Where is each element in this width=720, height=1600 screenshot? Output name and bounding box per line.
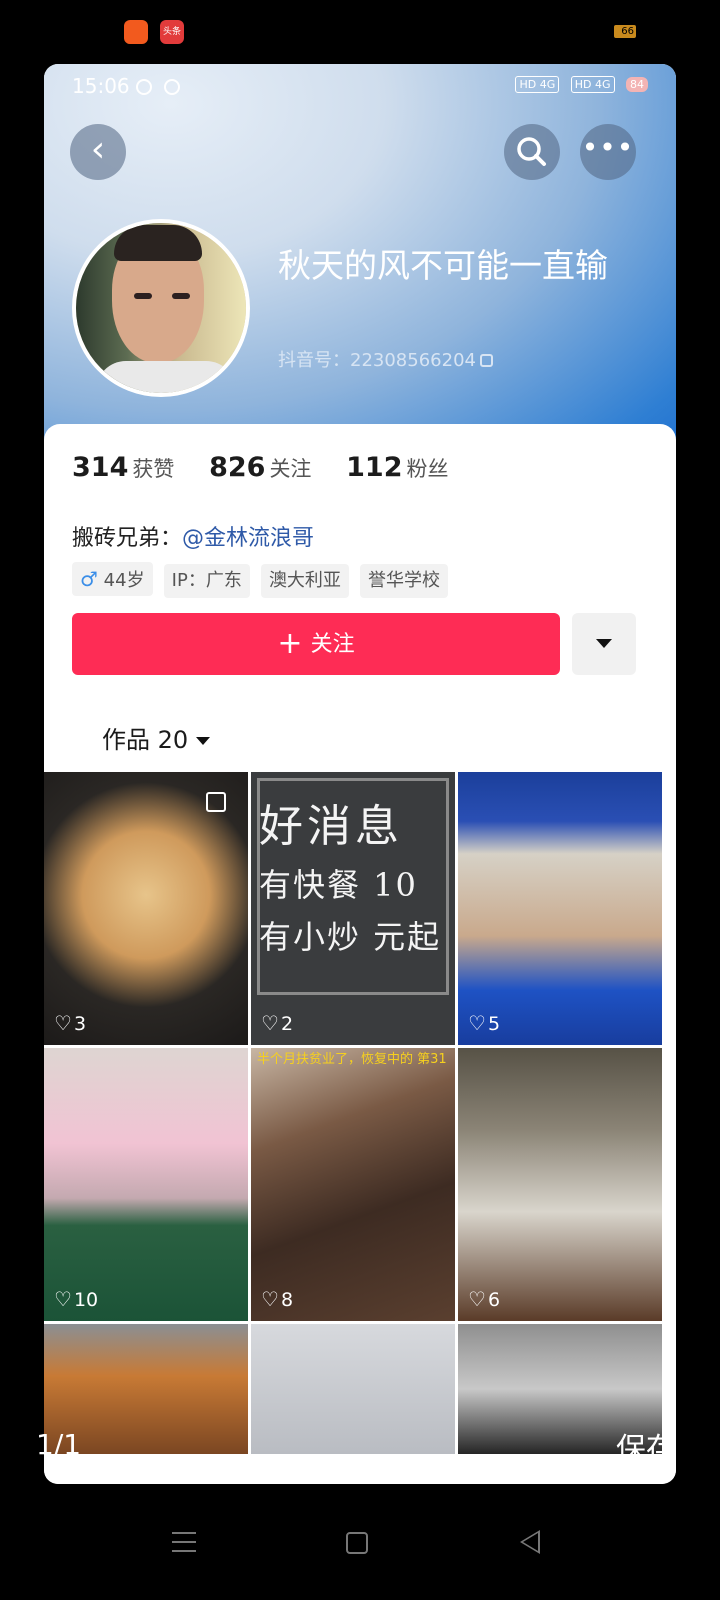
tab-works[interactable]: 作品 20 [102,720,211,755]
like-count: ♡ 6 [468,1287,500,1311]
like-count: ♡ 2 [261,1011,293,1035]
chalk-text: 有快餐 10 [259,866,418,904]
back-button[interactable]: ‹ [70,124,126,180]
like-count-text: 8 [280,1289,294,1311]
chalk-text: 好消息 [259,801,403,852]
like-count-text: 3 [73,1013,87,1035]
bio-prefix: 搬砖兄弟： [72,526,183,551]
avatar-eye [172,293,190,299]
profile-body: 314 获赞 826 关注 112 粉丝 搬砖兄弟：@金林流浪哥 ♂ 44岁 IP：广… [44,424,676,1484]
male-icon: ♂ [80,567,98,591]
multi-image-icon [206,792,226,812]
inner-status-bar: 15:06 HD 4G HD 4G 84 [72,74,648,100]
system-navigation-bar [0,1520,720,1580]
douyin-id[interactable]: 抖音号：22308566204 [278,346,493,372]
battery-level: 66 [621,26,634,37]
stat-followers[interactable]: 112 粉丝 [346,452,448,483]
follow-label: 关注 [310,632,355,657]
battery-indicator: 84 [626,77,648,92]
like-count: ♡ 3 [54,1011,86,1035]
avatar[interactable] [72,219,250,397]
video-thumbnail[interactable]: ♡ 10 [44,1048,248,1321]
follow-button[interactable]: + 关注 [72,613,560,675]
tag-ip: IP：广东 [163,564,250,598]
network-indicator: HD 4G [570,76,615,93]
video-thumbnail[interactable]: ♡ 3 [44,772,248,1045]
like-count: ♡ 10 [54,1287,98,1311]
video-caption: 半个月扶贫业了，恢复中的 第31 [257,1052,447,1067]
toutiao-icon-label: 头条 [162,27,181,37]
like-count-text: 5 [487,1013,501,1035]
network-indicator: HD 4G [515,76,560,93]
profile-stats: 314 获赞 826 关注 112 粉丝 [72,452,477,492]
video-thumbnail[interactable]: 半个月扶贫业了，恢复中的 第31 ♡ 8 [251,1048,455,1321]
notification-dot-icon [136,79,152,95]
search-button[interactable] [504,124,560,180]
captured-screenshot: 15:06 HD 4G HD 4G 84 ‹ ••• 秋天的风不可能一直输 抖音… [44,64,676,1484]
bio-mention-link[interactable]: @金林流浪哥 [182,526,314,551]
profile-header: 15:06 HD 4G HD 4G 84 ‹ ••• 秋天的风不可能一直输 抖音… [44,64,676,464]
chalk-text: 有小炒 元起 [259,918,442,956]
avatar-eye [134,293,152,299]
like-count-text: 6 [487,1289,501,1311]
image-counter: 1/1 [36,1428,82,1461]
douyin-id-text: 抖音号：22308566204 [278,350,476,371]
like-count-text: 2 [280,1013,294,1035]
stat-label: 粉丝 [406,457,449,481]
avatar-shirt [96,361,236,393]
stat-likes[interactable]: 314 获赞 [72,452,174,483]
profile-nickname: 秋天的风不可能一直输 [278,246,608,285]
caret-down-icon [196,737,211,745]
heart-icon: ♡ [54,1287,72,1311]
notification-dot-icon [164,79,180,95]
chevron-left-icon: ‹ [90,129,106,170]
heart-icon: ♡ [261,1011,279,1035]
avatar-hair [114,225,202,261]
stat-number: 314 [72,452,129,483]
heart-icon: ♡ [468,1287,486,1311]
video-thumbnail[interactable]: ♡ 5 [458,772,662,1045]
more-dots-icon: ••• [581,131,635,164]
home-icon[interactable] [346,1532,368,1554]
heart-icon: ♡ [468,1011,486,1035]
copy-icon[interactable] [479,354,493,367]
like-count: ♡ 5 [468,1011,500,1035]
tag-gender-age: ♂ 44岁 [72,562,153,596]
video-thumbnail[interactable]: ♡ 6 [458,1048,662,1321]
like-count: ♡ 8 [261,1287,293,1311]
more-options-button[interactable]: ••• [580,124,636,180]
stat-following[interactable]: 826 关注 [209,452,311,483]
profile-tags: ♂ 44岁 IP：广东 澳大利亚 誉华学校 [72,562,454,598]
tag-school[interactable]: 誉华学校 [360,564,449,598]
status-time: 15:06 [72,74,130,98]
video-thumbnail[interactable]: 好消息 有快餐 10 有小炒 元起 ♡ 2 [251,772,455,1045]
plus-icon: + [277,626,303,661]
tag-location: 澳大利亚 [260,564,349,598]
works-label: 作品 20 [102,726,189,754]
search-icon [517,137,546,166]
video-thumbnail[interactable] [251,1324,455,1454]
heart-icon: ♡ [261,1287,279,1311]
profile-bio: 搬砖兄弟：@金林流浪哥 [72,520,314,552]
system-status-bar: 头条 66 [0,0,720,64]
home-indicator[interactable] [229,1462,477,1469]
stat-number: 826 [209,452,266,483]
toutiao-app-icon: 头条 [160,20,184,44]
menu-icon[interactable] [172,1532,196,1552]
stat-number: 112 [346,452,403,483]
screenshot-viewer: 头条 66 15:06 HD 4G HD 4G 84 ‹ ••• 秋天的风不可能… [0,0,720,1600]
like-count-text: 10 [73,1289,99,1311]
tag-age-text: 44岁 [103,570,145,591]
battery-icon: 66 [614,25,636,38]
caret-down-icon [596,639,612,648]
back-triangle-icon[interactable] [520,1530,540,1554]
save-button[interactable]: 保存 [616,1424,676,1468]
recommend-dropdown-button[interactable] [572,613,636,675]
stat-label: 获赞 [132,457,175,481]
heart-icon: ♡ [54,1011,72,1035]
status-indicators: HD 4G HD 4G 84 [507,76,648,93]
stat-label: 关注 [269,457,312,481]
notification-app-icon [124,20,148,44]
